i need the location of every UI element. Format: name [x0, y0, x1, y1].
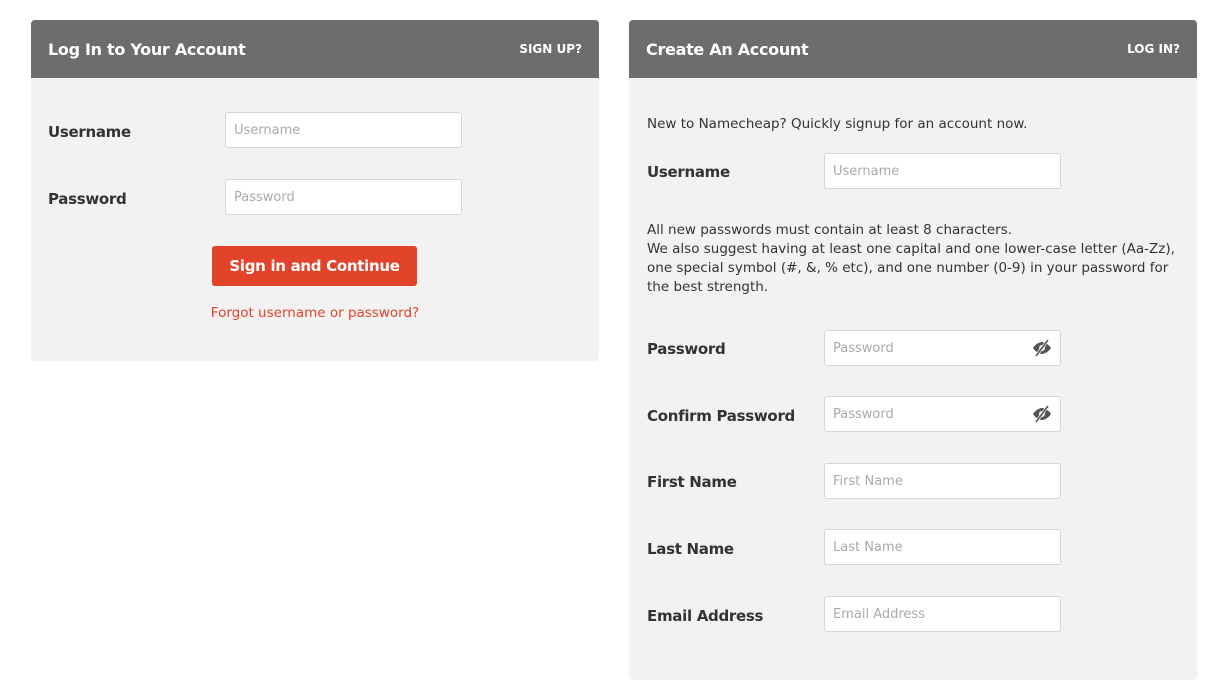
signup-title: Create An Account [646, 39, 809, 59]
email-address-input[interactable] [824, 596, 1061, 632]
sign-up-link[interactable]: SIGN UP? [519, 42, 582, 56]
signup-password-input[interactable] [824, 330, 1061, 366]
signup-username-input[interactable] [824, 153, 1061, 189]
email-address-label: Email Address [647, 607, 764, 625]
login-panel-header: Log In to Your Account SIGN UP? [31, 20, 599, 78]
password-rules-line-2: We also suggest having at least one capi… [647, 241, 1175, 295]
last-name-input[interactable] [824, 529, 1061, 565]
signup-username-label: Username [647, 163, 730, 181]
confirm-password-label: Confirm Password [647, 407, 795, 425]
login-password-label: Password [48, 190, 127, 208]
login-password-input[interactable] [225, 179, 462, 215]
last-name-label: Last Name [647, 540, 734, 558]
first-name-input[interactable] [824, 463, 1061, 499]
eye-slash-icon[interactable] [1031, 405, 1053, 423]
signup-password-label: Password [647, 340, 726, 358]
password-requirements-text: All new passwords must contain at least … [647, 221, 1187, 297]
login-username-input[interactable] [225, 112, 462, 148]
signup-panel: Create An Account LOG IN? New to Nameche… [629, 20, 1197, 680]
sign-in-button[interactable]: Sign in and Continue [212, 246, 417, 286]
log-in-link[interactable]: LOG IN? [1127, 42, 1180, 56]
login-username-label: Username [48, 123, 131, 141]
confirm-password-input[interactable] [824, 396, 1061, 432]
signup-panel-header: Create An Account LOG IN? [629, 20, 1197, 78]
forgot-credentials-link[interactable]: Forgot username or password? [31, 305, 599, 321]
login-panel: Log In to Your Account SIGN UP? Username… [31, 20, 599, 361]
signup-intro-text: New to Namecheap? Quickly signup for an … [647, 116, 1028, 132]
login-title: Log In to Your Account [48, 39, 246, 59]
password-rules-line-1: All new passwords must contain at least … [647, 222, 1013, 238]
eye-slash-icon[interactable] [1031, 339, 1053, 357]
first-name-label: First Name [647, 473, 737, 491]
